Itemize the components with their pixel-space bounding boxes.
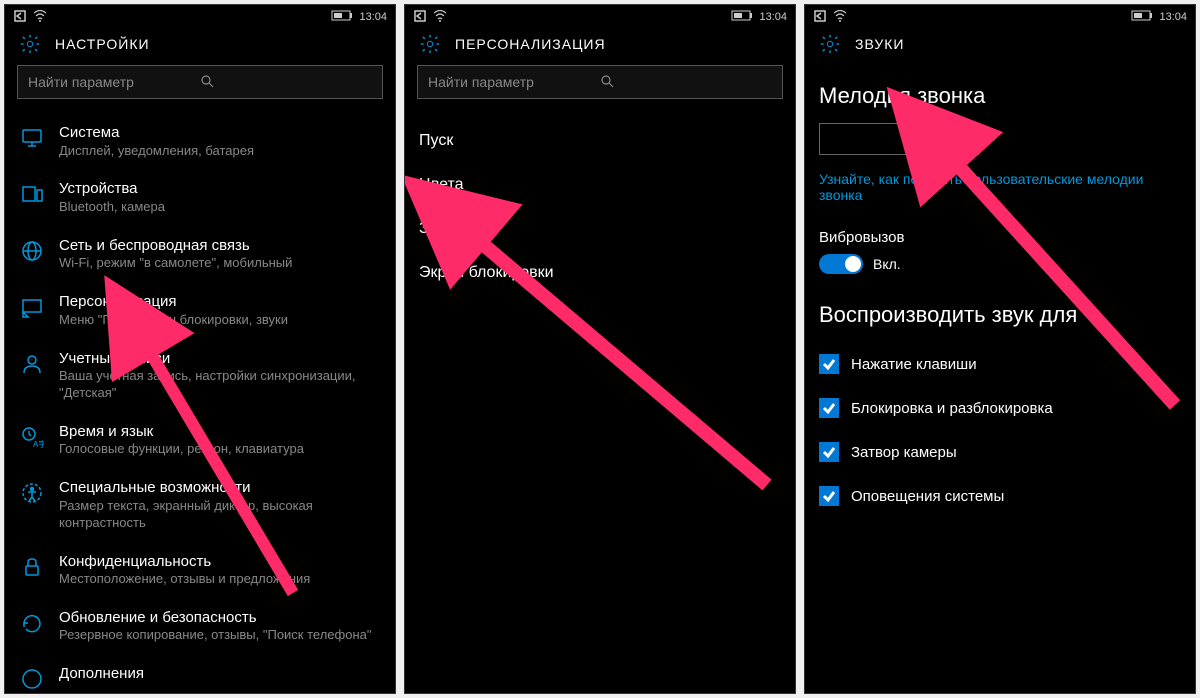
check-lock-unlock[interactable]: Блокировка и разблокировка [805, 386, 1195, 430]
search-input[interactable]: Найти параметр [417, 65, 783, 99]
search-input[interactable]: Найти параметр [17, 65, 383, 99]
status-time: 13:04 [1159, 11, 1187, 23]
refresh-icon [19, 610, 45, 636]
clock-lang-icon: A字 [19, 424, 45, 450]
settings-item-network[interactable]: Сеть и беспроводная связьWi-Fi, режим "в… [5, 226, 395, 282]
battery-icon [331, 10, 353, 24]
page-title: ПЕРСОНАЛИЗАЦИЯ [455, 36, 606, 52]
item-colors[interactable]: Цвета [405, 163, 795, 207]
check-system-notifications[interactable]: Оповещения системы [805, 474, 1195, 518]
gear-icon [819, 33, 841, 55]
settings-item-devices[interactable]: УстройстваBluetooth, камера [5, 169, 395, 225]
back-icon [413, 9, 427, 26]
search-icon [200, 74, 372, 91]
ringtone-section-title: Мелодия звонка [805, 65, 1195, 123]
item-sounds[interactable]: Звуки [405, 207, 795, 251]
extras-icon [19, 666, 45, 692]
search-placeholder: Найти параметр [428, 74, 600, 90]
back-icon [13, 9, 27, 26]
ringtone-dropdown[interactable] [819, 123, 979, 155]
page-title: НАСТРОЙКИ [55, 36, 150, 52]
status-time: 13:04 [359, 11, 387, 23]
search-placeholder: Найти параметр [28, 74, 200, 90]
settings-item-accessibility[interactable]: Специальные возможностиРазмер текста, эк… [5, 468, 395, 541]
wifi-icon [33, 10, 47, 25]
settings-item-accounts[interactable]: Учетные записиВаша учетная запись, настр… [5, 339, 395, 412]
checkbox-icon [819, 486, 839, 506]
screen-settings: 13:04 НАСТРОЙКИ Найти параметр СистемаДи… [4, 4, 396, 694]
gear-icon [419, 33, 441, 55]
svg-text:A字: A字 [33, 439, 44, 449]
lock-icon [19, 554, 45, 580]
settings-item-extras[interactable]: Дополнения [5, 654, 395, 694]
user-icon [19, 351, 45, 377]
custom-ringtones-link[interactable]: Узнайте, как получить пользовательские м… [805, 171, 1195, 221]
devices-icon [19, 181, 45, 207]
brush-icon [19, 294, 45, 320]
monitor-icon [19, 125, 45, 151]
status-bar: 13:04 [5, 5, 395, 27]
settings-item-privacy[interactable]: КонфиденциальностьМестоположение, отзывы… [5, 542, 395, 598]
gear-icon [19, 33, 41, 55]
screen-personalization: 13:04 ПЕРСОНАЛИЗАЦИЯ Найти параметр Пуск… [404, 4, 796, 694]
back-icon [813, 9, 827, 26]
accessibility-icon [19, 480, 45, 506]
personalization-list: Пуск Цвета Звуки Экран блокировки [405, 109, 795, 305]
screen-sounds: 13:04 ЗВУКИ Мелодия звонка Узнайте, как … [804, 4, 1196, 694]
vibrate-state: Вкл. [873, 256, 901, 272]
settings-list: СистемаДисплей, уведомления, батарея Уст… [5, 109, 395, 694]
settings-item-system[interactable]: СистемаДисплей, уведомления, батарея [5, 113, 395, 169]
header: ПЕРСОНАЛИЗАЦИЯ [405, 27, 795, 65]
status-bar: 13:04 [805, 5, 1195, 27]
check-keypress[interactable]: Нажатие клавиши [805, 342, 1195, 386]
checkbox-icon [819, 398, 839, 418]
checkbox-icon [819, 354, 839, 374]
vibrate-toggle[interactable] [819, 254, 863, 274]
play-sound-title: Воспроизводить звук для [805, 292, 1195, 342]
search-icon [600, 74, 772, 91]
battery-icon [731, 10, 753, 24]
status-bar: 13:04 [405, 5, 795, 27]
header: НАСТРОЙКИ [5, 27, 395, 65]
settings-item-update[interactable]: Обновление и безопасностьРезервное копир… [5, 598, 395, 654]
settings-item-personalization[interactable]: ПерсонализацияМеню "Пуск", экран блокиро… [5, 282, 395, 338]
wifi-icon [433, 10, 447, 25]
page-title: ЗВУКИ [855, 36, 904, 52]
header: ЗВУКИ [805, 27, 1195, 65]
chevron-down-icon [956, 130, 968, 148]
vibrate-label: Вибровызов [805, 221, 1195, 248]
wifi-icon [833, 10, 847, 25]
check-camera-shutter[interactable]: Затвор камеры [805, 430, 1195, 474]
globe-icon [19, 238, 45, 264]
item-start[interactable]: Пуск [405, 119, 795, 163]
settings-item-time-language[interactable]: A字 Время и языкГолосовые функции, регион… [5, 412, 395, 468]
status-time: 13:04 [759, 11, 787, 23]
battery-icon [1131, 10, 1153, 24]
checkbox-icon [819, 442, 839, 462]
item-lockscreen[interactable]: Экран блокировки [405, 251, 795, 295]
